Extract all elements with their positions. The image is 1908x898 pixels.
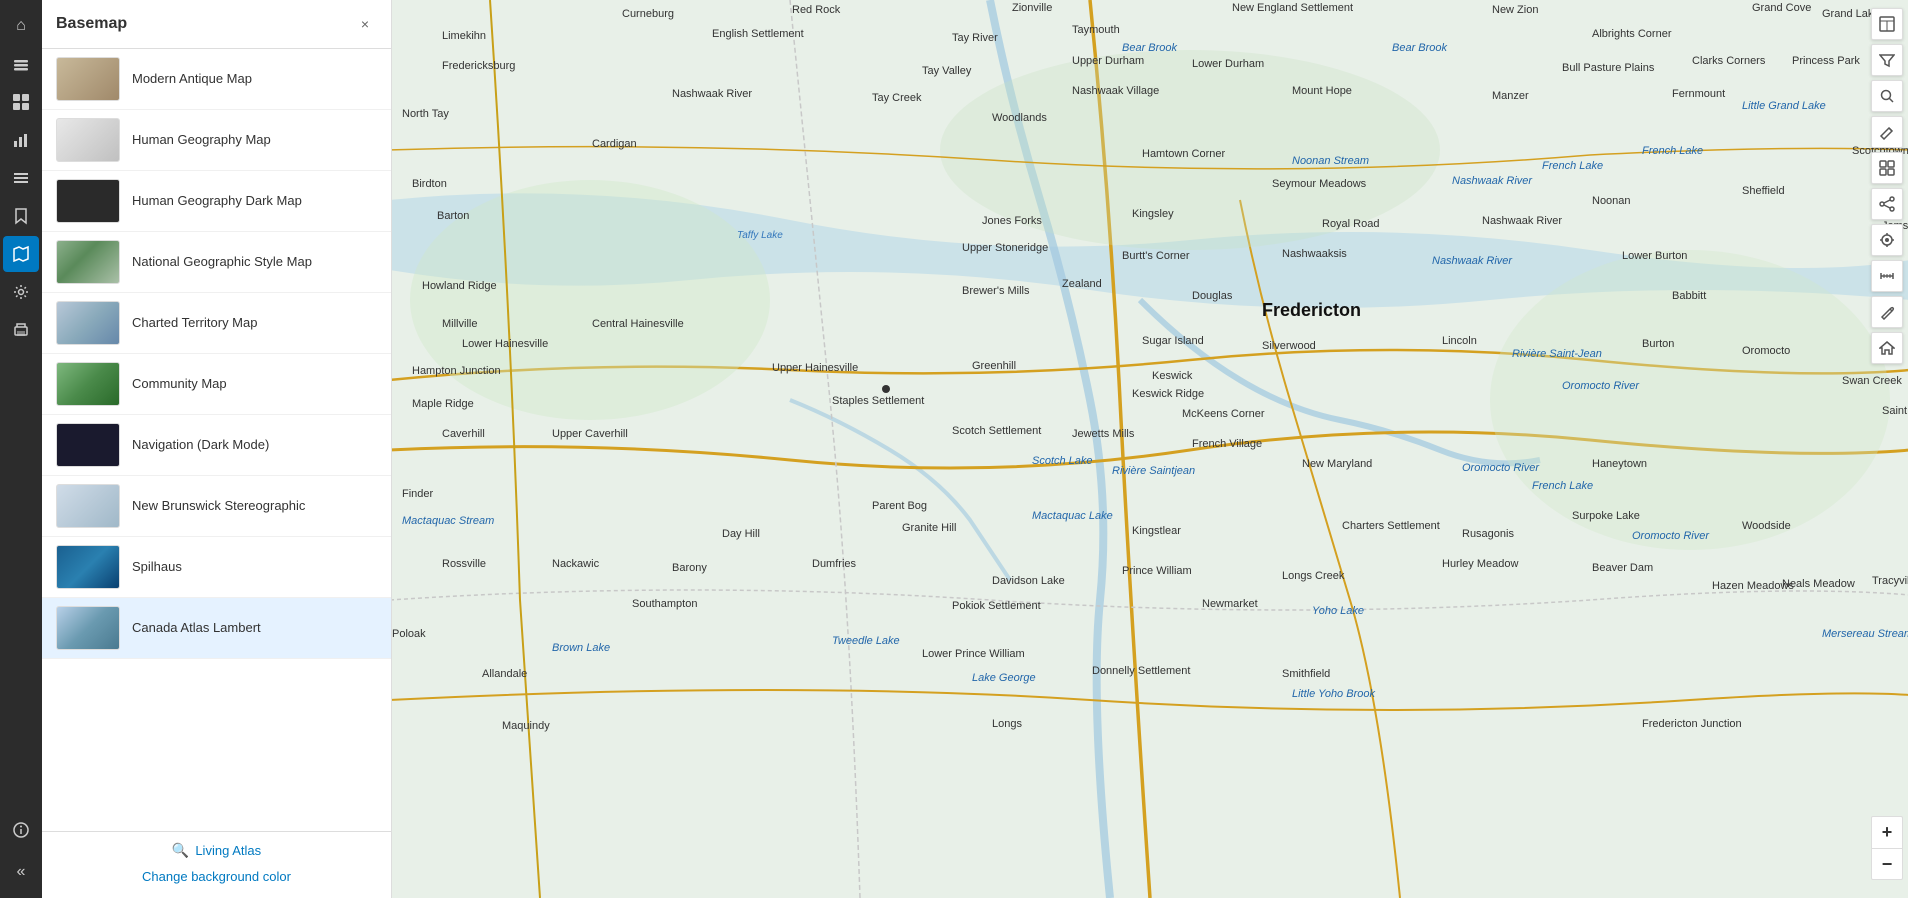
table-icon[interactable] xyxy=(3,84,39,120)
panel-header: Basemap × xyxy=(42,0,391,49)
draw-icon[interactable] xyxy=(1871,296,1903,328)
filter-icon[interactable] xyxy=(1871,44,1903,76)
basemap-item-human-geo-dark[interactable]: Human Geography Dark Map xyxy=(42,171,391,232)
locate-icon[interactable] xyxy=(1871,224,1903,256)
edit-vertices-icon[interactable] xyxy=(1871,116,1903,148)
settings-icon[interactable] xyxy=(3,274,39,310)
change-bg-color-link[interactable]: Change background color xyxy=(56,869,377,884)
basemap-thumb-nb-stereo xyxy=(56,484,120,528)
home-icon[interactable]: ⌂ xyxy=(3,8,39,44)
chart-icon[interactable] xyxy=(3,122,39,158)
share-icon[interactable] xyxy=(1871,188,1903,220)
collapse-icon[interactable]: « xyxy=(3,854,39,890)
panel-footer: 🔍 Living Atlas Change background color xyxy=(42,831,391,898)
city-marker xyxy=(882,385,890,393)
basemap-thumb-nat-geo xyxy=(56,240,120,284)
basemap-name-nav-dark: Navigation (Dark Mode) xyxy=(132,437,269,454)
basemap-item-modern-antique[interactable]: Modern Antique Map xyxy=(42,49,391,110)
search-icon: 🔍 xyxy=(172,842,189,859)
basemap-name-nb-stereo: New Brunswick Stereographic xyxy=(132,498,305,515)
print-icon[interactable] xyxy=(3,312,39,348)
basemap-name-human-geo-dark: Human Geography Dark Map xyxy=(132,193,302,210)
basemap-name-charted-territory: Charted Territory Map xyxy=(132,315,257,332)
basemap-thumb-human-geo-dark xyxy=(56,179,120,223)
basemap-name-spilhaus: Spilhaus xyxy=(132,559,182,576)
basemap-item-nat-geo[interactable]: National Geographic Style Map xyxy=(42,232,391,293)
panel-close-button[interactable]: × xyxy=(353,12,377,36)
basemap-item-canada[interactable]: Canada Atlas Lambert xyxy=(42,598,391,659)
panel-title: Basemap xyxy=(56,15,127,33)
zoom-in-button[interactable]: + xyxy=(1871,816,1903,848)
basemap-name-modern-antique: Modern Antique Map xyxy=(132,71,252,88)
zoom-out-button[interactable]: − xyxy=(1871,848,1903,880)
basemap-thumb-nav-dark xyxy=(56,423,120,467)
search-location-icon[interactable] xyxy=(1871,80,1903,112)
basemap-list: Modern Antique Map Human Geography Map H… xyxy=(42,49,391,831)
right-toolbar: + − xyxy=(1866,0,1908,898)
basemap-item-spilhaus[interactable]: Spilhaus xyxy=(42,537,391,598)
living-atlas-link[interactable]: 🔍 Living Atlas xyxy=(56,842,377,859)
basemap-name-canada: Canada Atlas Lambert xyxy=(132,620,261,637)
map-area[interactable]: Curneburg Red Rock Zionville New England… xyxy=(392,0,1908,898)
list-icon[interactable] xyxy=(3,160,39,196)
widget-panel-icon[interactable] xyxy=(1871,152,1903,184)
measure-icon[interactable] xyxy=(1871,260,1903,292)
basemap-thumb-community xyxy=(56,362,120,406)
basemap-icon[interactable] xyxy=(3,236,39,272)
bookmark-icon[interactable] xyxy=(3,198,39,234)
basemap-item-human-geo[interactable]: Human Geography Map xyxy=(42,110,391,171)
basemap-thumb-canada xyxy=(56,606,120,650)
basemap-thumb-modern-antique xyxy=(56,57,120,101)
basemap-thumb-human-geo xyxy=(56,118,120,162)
left-toolbar: ⌂ xyxy=(0,0,42,898)
table-right-icon[interactable] xyxy=(1871,8,1903,40)
basemap-item-community[interactable]: Community Map xyxy=(42,354,391,415)
map-background xyxy=(392,0,1908,898)
basemap-name-nat-geo: National Geographic Style Map xyxy=(132,254,312,271)
basemap-panel: Basemap × Modern Antique Map Human Geogr… xyxy=(42,0,392,898)
basemap-thumb-spilhaus xyxy=(56,545,120,589)
home-extent-icon[interactable] xyxy=(1871,332,1903,364)
basemap-name-community: Community Map xyxy=(132,376,227,393)
layers-icon[interactable] xyxy=(3,46,39,82)
living-atlas-label: Living Atlas xyxy=(195,843,261,858)
basemap-name-human-geo: Human Geography Map xyxy=(132,132,271,149)
basemap-thumb-charted-territory xyxy=(56,301,120,345)
basemap-item-nb-stereo[interactable]: New Brunswick Stereographic xyxy=(42,476,391,537)
basemap-item-nav-dark[interactable]: Navigation (Dark Mode) xyxy=(42,415,391,476)
info-icon[interactable] xyxy=(3,812,39,848)
zoom-controls: + − xyxy=(1871,816,1903,880)
basemap-item-charted-territory[interactable]: Charted Territory Map xyxy=(42,293,391,354)
